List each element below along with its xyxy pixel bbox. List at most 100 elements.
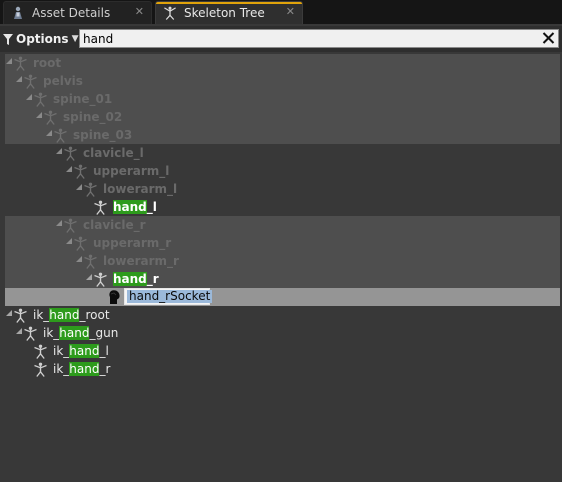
bone-icon bbox=[14, 308, 27, 323]
bone-label: spine_01 bbox=[53, 91, 112, 107]
expand-arrow-icon[interactable] bbox=[46, 130, 52, 136]
bone-label: hand_r bbox=[113, 271, 159, 287]
tab-skeleton-tree[interactable]: Skeleton Tree ✕ bbox=[155, 1, 303, 24]
bone-name-part: upperarm_r bbox=[93, 236, 172, 250]
bone-icon bbox=[24, 74, 37, 89]
expand-arrow-icon[interactable] bbox=[6, 58, 12, 64]
bone-name-part: ik_ bbox=[53, 344, 70, 358]
expand-arrow-icon[interactable] bbox=[66, 166, 72, 172]
bone-name-part: root bbox=[33, 56, 62, 70]
bone-label: ik_hand_r bbox=[53, 361, 110, 377]
bone-icon bbox=[74, 164, 87, 179]
bone-icon bbox=[94, 200, 107, 215]
bone-name-part: _gun bbox=[89, 326, 119, 340]
expand-arrow-icon[interactable] bbox=[66, 238, 72, 244]
bone-label: ik_hand_l bbox=[53, 343, 109, 359]
asset-details-icon bbox=[14, 6, 22, 19]
bone-name-part: _root bbox=[79, 308, 110, 322]
rename-field[interactable]: hand_rSocket bbox=[124, 288, 213, 305]
tab-asset-details[interactable]: Asset Details ✕ bbox=[3, 1, 152, 24]
bone-name-part: lowerarm_l bbox=[103, 182, 178, 196]
bone-icon bbox=[34, 92, 47, 107]
expand-arrow-icon[interactable] bbox=[6, 310, 12, 316]
bone-row[interactable]: spine_01 bbox=[5, 90, 560, 108]
bone-row[interactable]: upperarm_r bbox=[5, 234, 560, 252]
bone-icon bbox=[54, 128, 67, 143]
bone-label: pelvis bbox=[43, 73, 83, 89]
bone-icon bbox=[64, 218, 77, 233]
bone-row[interactable]: spine_02 bbox=[5, 108, 560, 126]
bone-icon bbox=[34, 362, 47, 377]
expand-arrow-icon[interactable] bbox=[56, 148, 62, 154]
close-icon[interactable]: ✕ bbox=[135, 5, 144, 18]
search-match-highlight: hand bbox=[49, 308, 80, 322]
clear-search-icon[interactable] bbox=[541, 30, 556, 47]
options-label: Options bbox=[16, 32, 69, 46]
bone-name-part: spine_01 bbox=[53, 92, 113, 106]
bone-name-part: spine_03 bbox=[73, 128, 133, 142]
bone-label: upperarm_r bbox=[93, 235, 171, 251]
bone-label: ik_hand_gun bbox=[43, 325, 118, 341]
expand-arrow-icon[interactable] bbox=[86, 274, 92, 280]
socket-icon bbox=[109, 290, 120, 304]
search-match-highlight: hand bbox=[113, 200, 147, 214]
filter-icon bbox=[3, 33, 13, 45]
bone-name-part: ik_ bbox=[53, 362, 70, 376]
bone-row[interactable]: spine_03 bbox=[5, 126, 560, 144]
bone-row[interactable]: root bbox=[5, 54, 560, 72]
bone-name-part: ik_ bbox=[33, 308, 50, 322]
search-match-highlight: hand bbox=[69, 362, 100, 376]
bone-row[interactable]: clavicle_r bbox=[5, 216, 560, 234]
rename-selected-text: hand_rSocket bbox=[127, 289, 213, 303]
bone-icon bbox=[14, 56, 27, 71]
expand-arrow-icon[interactable] bbox=[76, 256, 82, 262]
search-box bbox=[79, 29, 559, 48]
bone-name-part: _r bbox=[146, 272, 159, 286]
bone-row[interactable]: pelvis bbox=[5, 72, 560, 90]
bone-icon bbox=[84, 182, 97, 197]
bone-name-part: _r bbox=[99, 362, 111, 376]
bone-icon bbox=[44, 110, 57, 125]
bone-row[interactable]: upperarm_l bbox=[5, 162, 560, 180]
bone-row[interactable]: ik_hand_gun bbox=[5, 324, 560, 342]
bone-row[interactable]: ik_hand_r bbox=[5, 360, 560, 378]
bone-row[interactable]: hand_l bbox=[5, 198, 560, 216]
bone-label: clavicle_l bbox=[83, 145, 144, 161]
expand-arrow-icon[interactable] bbox=[56, 220, 62, 226]
bone-icon bbox=[64, 146, 77, 161]
search-match-highlight: hand bbox=[113, 272, 147, 286]
bone-row[interactable]: lowerarm_r bbox=[5, 252, 560, 270]
expand-arrow-icon[interactable] bbox=[16, 76, 22, 82]
expand-arrow-icon[interactable] bbox=[76, 184, 82, 190]
bone-row[interactable]: lowerarm_l bbox=[5, 180, 560, 198]
bone-icon bbox=[24, 326, 37, 341]
bone-name-part: clavicle_l bbox=[83, 146, 144, 160]
bone-label: upperarm_l bbox=[93, 163, 169, 179]
search-input[interactable] bbox=[83, 30, 533, 47]
bone-name-part: _l bbox=[146, 200, 157, 214]
expand-arrow-icon[interactable] bbox=[36, 112, 42, 118]
close-icon[interactable]: ✕ bbox=[286, 5, 295, 18]
bone-name-part: _l bbox=[99, 344, 109, 358]
bone-label: lowerarm_r bbox=[103, 253, 179, 269]
bone-name-part: pelvis bbox=[43, 74, 83, 88]
bone-row[interactable]: ik_hand_l bbox=[5, 342, 560, 360]
tab-label: Skeleton Tree bbox=[184, 6, 265, 20]
bone-name-part: ik_ bbox=[43, 326, 60, 340]
skeleton-bone-icon bbox=[164, 6, 176, 20]
bone-name-part: lowerarm_r bbox=[103, 254, 179, 268]
bone-name-part: upperarm_l bbox=[93, 164, 170, 178]
bone-row[interactable]: hand_r bbox=[5, 270, 560, 288]
bone-name-part: spine_02 bbox=[63, 110, 123, 124]
bone-label: lowerarm_l bbox=[103, 181, 177, 197]
expand-arrow-icon[interactable] bbox=[16, 328, 22, 334]
bone-row[interactable]: clavicle_l bbox=[5, 144, 560, 162]
options-dropdown[interactable]: Options ▼ bbox=[3, 30, 79, 48]
expand-arrow-icon[interactable] bbox=[26, 94, 32, 100]
bone-label: root bbox=[33, 55, 61, 71]
socket-row[interactable]: hand_rSocket bbox=[5, 288, 560, 306]
bone-label: clavicle_r bbox=[83, 217, 146, 233]
bone-row[interactable]: ik_hand_root bbox=[5, 306, 560, 324]
tab-label: Asset Details bbox=[32, 6, 111, 20]
bone-icon bbox=[34, 344, 47, 359]
